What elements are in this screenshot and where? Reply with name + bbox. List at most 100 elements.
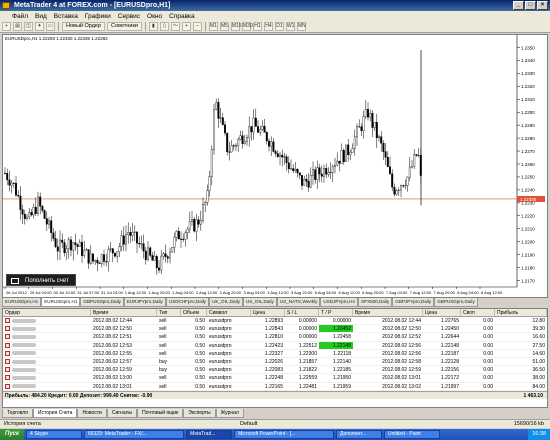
chart-tab[interactable]: EURJPYpro,Daily [123, 298, 166, 307]
chart-tab-active[interactable]: EURUSDpro,H1 [41, 298, 81, 307]
timeframe-mn[interactable]: MN [296, 22, 306, 31]
table-row[interactable]: 2012.08.02 12:57 buy 0.50 eurusdpro 1.22026 1… [3, 358, 547, 367]
candle-body [210, 149, 213, 177]
tab-account-history[interactable]: История Счета [32, 409, 78, 418]
deposit-button[interactable]: Пополнить счет [6, 274, 76, 286]
taskbar-item[interactable]: 66329: MetaTrader - FX/... [84, 430, 185, 439]
tab-experts[interactable]: Эксперты [183, 409, 216, 418]
timeframe-w1[interactable]: W1 [285, 22, 295, 31]
candle-body [336, 160, 339, 166]
col-profit[interactable]: Прибыль [495, 309, 547, 316]
candle-body [15, 182, 17, 196]
menu-window[interactable]: Окно [147, 13, 162, 20]
cell-volume: 0.50 [195, 367, 205, 374]
profiles-icon[interactable]: ▤ [13, 22, 22, 31]
new-order-button[interactable]: Новый Ордер [62, 22, 106, 31]
col-type[interactable]: Тип [157, 309, 181, 316]
candle-body [338, 160, 341, 164]
timeframe-m5[interactable]: M5 [219, 22, 229, 31]
time-tick-label: 3 Aug 04:00 [244, 290, 266, 295]
taskbar-item-active[interactable]: MetaTrad... [186, 430, 233, 439]
candle-body [364, 109, 367, 117]
timeframe-d1[interactable]: D1 [274, 22, 284, 31]
col-close-time[interactable]: Время [353, 309, 423, 316]
col-swap[interactable]: Своп [461, 309, 495, 316]
chart-tab[interactable]: USDCHFpro,Daily [165, 298, 210, 307]
col-close-price[interactable]: Цена [423, 309, 461, 316]
tab-news[interactable]: Новости [77, 409, 107, 418]
col-time[interactable]: Время [91, 309, 157, 316]
chart-tab[interactable]: GBPUSDpro,Daily [80, 298, 124, 307]
table-row[interactable]: 2012.08.02 12:44 sell 0.50 eurusdpro 1.22893… [3, 317, 547, 326]
taskbar-item[interactable]: 4 Skype [26, 430, 83, 439]
navigator-icon[interactable]: ✦ [35, 22, 44, 31]
table-row[interactable]: 2012.08.02 12:59 buy 0.50 eurusdpro 1.22083 1… [3, 366, 547, 375]
cell-tp: 1.22118 [333, 350, 351, 357]
table-row[interactable]: 2012.08.02 13:00 sell 0.50 eurusdpro 1.22248… [3, 374, 547, 383]
zoom-in-icon[interactable]: + [181, 22, 191, 31]
bar-chart-icon[interactable]: ▮ [148, 22, 158, 31]
menu-insert[interactable]: Вставка [54, 13, 78, 20]
col-sl[interactable]: S / L [285, 309, 319, 316]
chart-tab[interactable]: GBPUSDpro,Daily [434, 298, 478, 307]
terminal-total-row: Прибыль: 484.20 Кредит: 0.00 Депозит: 99… [3, 390, 547, 399]
expert-advisors-button[interactable]: Советники [107, 22, 142, 31]
taskbar-item[interactable]: Дополнит... [336, 430, 383, 439]
taskbar-item[interactable]: Microsoft PowerPoint - [... [234, 430, 335, 439]
timeframe-h1[interactable]: H1 [252, 22, 262, 31]
candle-body [50, 220, 53, 233]
table-row[interactable]: 2012.08.02 13:01 sell 0.50 eurusdpro 1.22165… [3, 383, 547, 391]
zoom-out-icon[interactable]: − [192, 22, 202, 31]
table-row[interactable]: 2012.08.02 12:50 sell 0.50 eurusdpro 1.22843… [3, 325, 547, 334]
menu-view[interactable]: Вид [35, 13, 47, 20]
candle-chart-icon[interactable]: ▯ [159, 22, 169, 31]
tab-signals[interactable]: Сигналы [106, 409, 138, 418]
col-price[interactable]: Цена [251, 309, 285, 316]
col-symbol[interactable]: Символ [207, 309, 251, 316]
timeframe-m15[interactable]: M15 [230, 22, 242, 31]
menu-file[interactable]: Файл [12, 13, 28, 20]
candle-body [23, 213, 26, 219]
timeframe-h4[interactable]: H4 [263, 22, 273, 31]
close-button[interactable]: × [537, 1, 548, 10]
col-volume[interactable]: Объем [181, 309, 207, 316]
terminal-icon[interactable]: ▭ [46, 22, 55, 31]
menu-tools[interactable]: Сервис [118, 13, 140, 20]
cell-profit: 38.00 [532, 375, 545, 382]
col-tp[interactable]: T / P [319, 309, 353, 316]
chart-tab[interactable]: US_OIL,Daily [242, 298, 277, 307]
tab-journal[interactable]: Журнал [215, 409, 244, 418]
maximize-button[interactable]: □ [525, 1, 536, 10]
col-order[interactable]: Ордер [3, 309, 91, 316]
chart-tab[interactable]: SPX500,Daily [357, 298, 393, 307]
chart-tab[interactable]: GBPJPYpro,Daily [392, 298, 435, 307]
tab-mailbox[interactable]: Почтовый ящик [137, 409, 184, 418]
tab-trade[interactable]: Торговля [2, 409, 33, 418]
table-row[interactable]: 2012.08.02 12:51 sell 0.50 eurusdpro 1.22810… [3, 333, 547, 342]
chart-tab[interactable]: USDJPYpro,H4 [320, 298, 358, 307]
timeframe-m1[interactable]: M1 [208, 22, 218, 31]
cell-symbol: eurusdpro [209, 358, 232, 365]
candle-body [39, 196, 42, 207]
cell-swap: 0.00 [483, 334, 493, 341]
timeframe-m30[interactable]: M30 [241, 22, 253, 31]
taskbar-item[interactable]: Untitled - Paint [384, 430, 441, 439]
chart-tab[interactable]: US_NATG,Weekly [276, 298, 321, 307]
chart-tab[interactable]: EURUSDpro,H1 [2, 298, 42, 307]
start-button[interactable]: Пуск [0, 429, 25, 440]
chart-window[interactable]: 1.2350 1.2340 1.2330 1.2320 1.2310 1.2300 1.22… [2, 34, 548, 298]
price-chart[interactable]: 1.2350 1.2340 1.2330 1.2320 1.2310 1.2300 1.22… [3, 35, 547, 297]
candle-body [100, 254, 103, 264]
table-row[interactable]: 2012.08.02 12:53 sell 0.50 eurusdpro 1.22423… [3, 341, 547, 350]
chart-tab[interactable]: UK_OIL,Daily [209, 298, 243, 307]
candle-body [316, 167, 319, 180]
new-chart-icon[interactable]: + [2, 22, 11, 31]
time-tick-label: 8 Aug 12:00 [481, 290, 503, 295]
candle-body [265, 132, 268, 142]
market-watch-icon[interactable]: ◫ [24, 22, 33, 31]
menu-charts[interactable]: Графики [85, 13, 111, 20]
line-chart-icon[interactable]: 〜 [170, 22, 180, 31]
menu-help[interactable]: Справка [169, 13, 195, 20]
table-row[interactable]: 2012.08.02 12:55 sell 0.50 eurusdpro 1.22327… [3, 350, 547, 358]
minimize-button[interactable]: _ [513, 1, 524, 10]
